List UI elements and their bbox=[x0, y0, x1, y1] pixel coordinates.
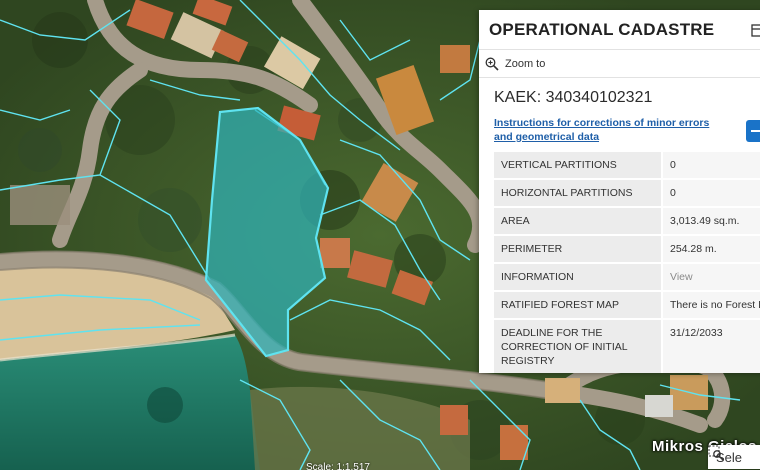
zoom-to-button[interactable]: Zoom to bbox=[479, 50, 760, 78]
attribute-key: DEADLINE FOR THE CORRECTION OF INITIAL R… bbox=[494, 319, 662, 373]
action-button[interactable] bbox=[746, 120, 760, 142]
attribute-row: PERIMETER 254.28 m. bbox=[494, 235, 760, 264]
instructions-link[interactable]: Instructions for corrections of minor er… bbox=[494, 116, 719, 144]
attribute-key: HORIZONTAL PARTITIONS bbox=[494, 179, 662, 208]
attribute-value: There is no Forest In bbox=[661, 291, 760, 320]
cadastre-popup-panel: OPERATIONAL CADASTRE Zoom to KAEK: 34034… bbox=[479, 10, 760, 373]
attribute-value: 0 bbox=[661, 179, 760, 208]
select-magnifier-icon bbox=[708, 445, 724, 461]
attribute-key: VERTICAL PARTITIONS bbox=[494, 152, 662, 180]
attribute-value: 254.28 m. bbox=[661, 235, 760, 264]
zoom-to-label: Zoom to bbox=[505, 57, 546, 70]
attribute-key: RATIFIED FOREST MAP bbox=[494, 291, 662, 320]
attribute-key: INFORMATION bbox=[494, 263, 662, 292]
attribute-value: 31/12/2033 bbox=[661, 319, 760, 373]
attribute-row: INFORMATION View bbox=[494, 263, 760, 292]
attribute-value: 3,013.49 sq.m. bbox=[661, 207, 760, 236]
attribute-row: RATIFIED FOREST MAP There is no Forest In bbox=[494, 291, 760, 320]
attribute-key: PERIMETER bbox=[494, 235, 662, 264]
panel-title: OPERATIONAL CADASTRE bbox=[489, 19, 715, 39]
rock-patch bbox=[147, 387, 183, 423]
instructions-row: Instructions for corrections of minor er… bbox=[479, 116, 760, 152]
scale-label: Scale: 1:1,517 bbox=[306, 462, 370, 470]
attribute-row: AREA 3,013.49 sq.m. bbox=[494, 207, 760, 236]
information-view-link[interactable]: View bbox=[661, 263, 760, 292]
attribute-row: DEADLINE FOR THE CORRECTION OF INITIAL R… bbox=[494, 319, 760, 373]
attribute-value: 0 bbox=[661, 152, 760, 180]
zoom-in-icon bbox=[485, 57, 499, 71]
attribute-key: AREA bbox=[494, 207, 662, 236]
attributes-table: VERTICAL PARTITIONS 0 HORIZONTAL PARTITION… bbox=[494, 152, 760, 373]
select-tool-button[interactable]: Sele bbox=[708, 445, 760, 469]
kaek-heading: KAEK: 340340102321 bbox=[494, 89, 653, 106]
dock-icon[interactable] bbox=[751, 22, 760, 38]
attribute-row: HORIZONTAL PARTITIONS 0 bbox=[494, 179, 760, 208]
attribute-row: VERTICAL PARTITIONS 0 bbox=[494, 152, 760, 180]
panel-header: OPERATIONAL CADASTRE bbox=[479, 10, 760, 50]
